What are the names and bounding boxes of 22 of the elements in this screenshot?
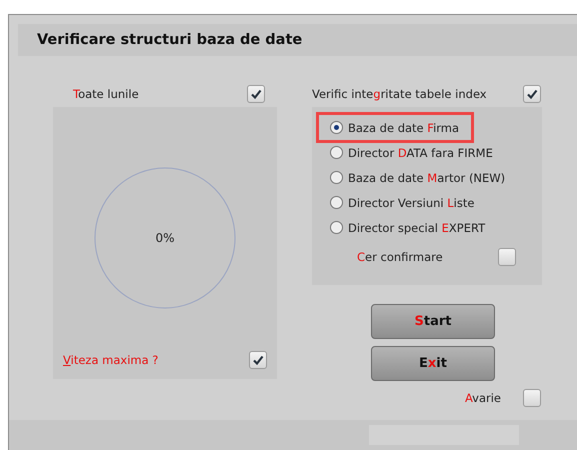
checkbox-label: Toate lunile <box>73 87 139 101</box>
action-button[interactable]: Exit <box>371 346 495 381</box>
checkbox[interactable] <box>247 85 265 103</box>
checkbox[interactable] <box>249 351 267 369</box>
progress-reading: 0% <box>155 231 175 245</box>
checkbox-label: Cer confirmare <box>357 250 443 264</box>
radio-option[interactable]: Director special EXPERT <box>328 215 486 240</box>
checkmark-icon <box>526 88 538 100</box>
window-title: Verificare structuri baza de date <box>37 32 302 48</box>
checkbox[interactable] <box>523 85 541 103</box>
checkbox-label: Avarie <box>464 391 501 405</box>
checkbox[interactable] <box>523 389 541 407</box>
checkbox[interactable] <box>498 248 516 266</box>
action-button[interactable]: Start <box>371 304 495 339</box>
checkbox-label: Viteza maxima ? <box>63 353 158 367</box>
radio-option[interactable]: Baza de date Martor (NEW) <box>328 165 506 190</box>
checkbox-label: Verific integritate tabele index <box>312 87 487 101</box>
radio-option[interactable]: Baza de date Firma <box>319 115 472 140</box>
radio-option[interactable]: Director DATA fara FIRME <box>328 140 493 165</box>
checkmark-icon <box>250 88 262 100</box>
radio-option[interactable]: Director Versiuni Liste <box>328 190 474 215</box>
checkmark-icon <box>252 354 264 366</box>
